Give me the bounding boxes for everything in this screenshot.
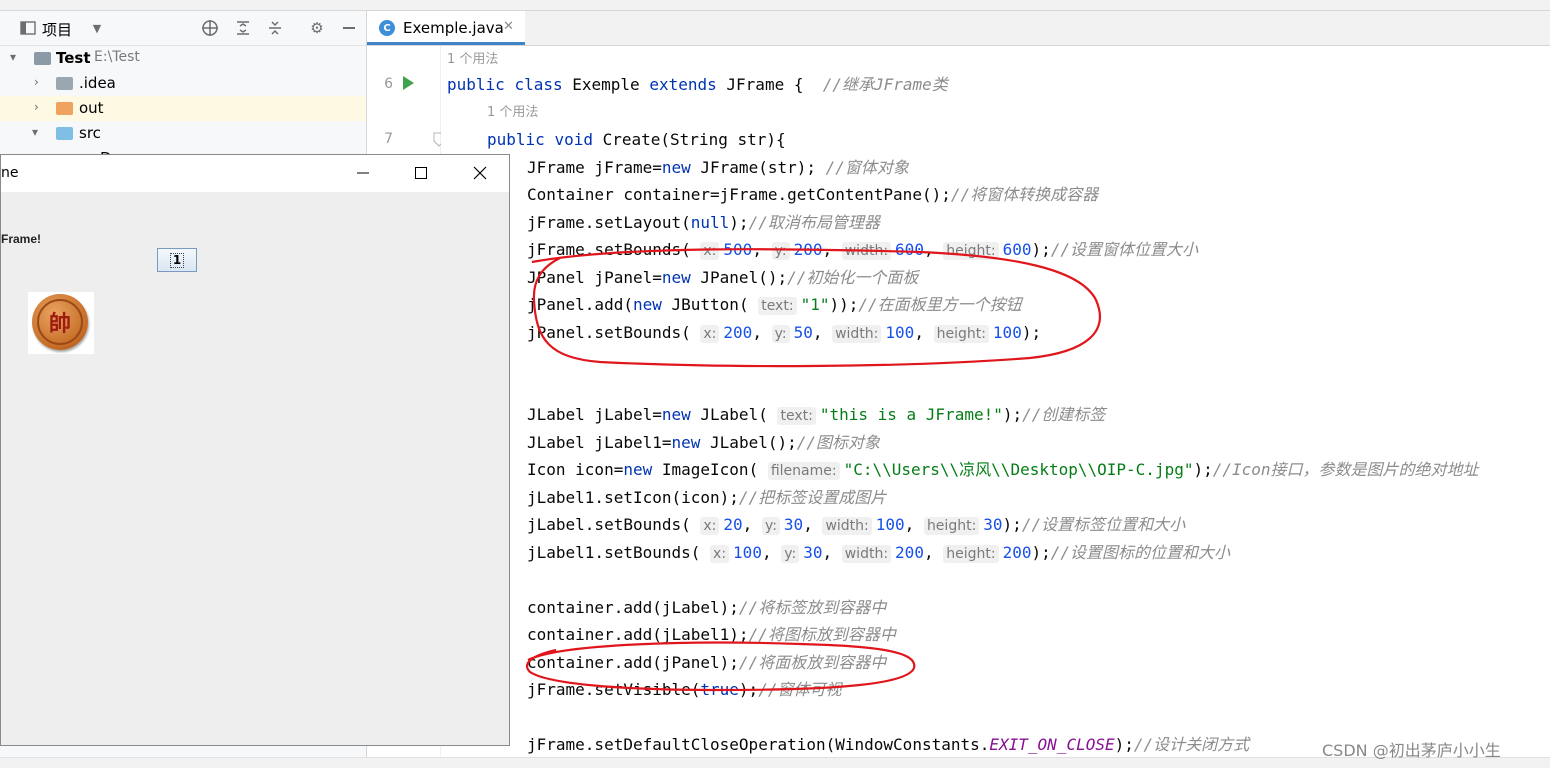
- tree-item-label: src: [79, 124, 101, 142]
- module-folder-icon: [34, 52, 51, 65]
- code-editor[interactable]: 1 个用法 public class Exemple extends JFram…: [441, 46, 1550, 767]
- jlabel-text: Frame!: [1, 232, 42, 246]
- tree-item-out[interactable]: › out: [0, 96, 366, 121]
- param-hint: x:: [700, 242, 720, 260]
- jbutton-1[interactable]: 1: [157, 248, 197, 272]
- param-hint: text:: [758, 297, 797, 315]
- expand-all-icon[interactable]: [233, 18, 253, 38]
- tree-item-label: Test: [56, 49, 91, 67]
- chess-piece-icon: 帥: [32, 294, 88, 350]
- param-hint: height:: [943, 242, 999, 260]
- java-class-icon: C: [379, 20, 395, 36]
- tree-item-path: E:\Test: [94, 49, 140, 65]
- tab-exemple-java[interactable]: C Exemple.java ✕: [367, 11, 525, 45]
- param-hint: height:: [933, 325, 989, 343]
- locate-icon[interactable]: [200, 18, 220, 38]
- param-hint: filename:: [767, 462, 840, 480]
- gear-icon[interactable]: ⚙: [307, 18, 327, 38]
- code-line: jPanel.setBounds( x: 200, y: 50, width: 100…: [527, 323, 1042, 343]
- swing-window[interactable]: ne Frame! 1 帥: [0, 154, 510, 746]
- param-hint: y:: [781, 545, 800, 563]
- tree-item-idea[interactable]: › .idea: [0, 71, 366, 96]
- watermark-text: CSDN @初出茅庐小小生: [1322, 741, 1501, 760]
- tree-item-label: .idea: [79, 74, 116, 92]
- code-line: Container container=jFrame.getContentPan…: [527, 185, 1099, 204]
- minimize-icon: [357, 172, 369, 174]
- tree-item-label: out: [79, 99, 104, 117]
- code-line: jLabel1.setIcon(icon);//把标签设置成图片: [527, 488, 887, 507]
- param-hint: width:: [822, 517, 872, 535]
- tree-item-test[interactable]: ▾ Test E:\Test: [0, 46, 366, 71]
- code-line: jFrame.setLayout(null);//取消布局管理器: [527, 213, 880, 232]
- code-line: public void Create(String str){: [487, 130, 786, 149]
- chess-piece-image: 帥: [28, 292, 94, 354]
- code-line: jFrame.setVisible(true);//窗体可视: [527, 680, 842, 699]
- param-hint: y:: [761, 517, 780, 535]
- close-button[interactable]: [465, 161, 495, 185]
- folder-icon: [56, 102, 73, 115]
- run-gutter-icon[interactable]: [403, 76, 414, 90]
- line-number: 7: [384, 131, 393, 147]
- chevron-right-icon[interactable]: ›: [34, 100, 39, 114]
- param-hint: height:: [943, 545, 999, 563]
- code-line: jLabel1.setBounds( x: 100, y: 30, width: 20…: [527, 543, 1231, 563]
- param-hint: width:: [832, 325, 882, 343]
- chevron-down-icon[interactable]: ▾: [10, 50, 16, 64]
- source-folder-icon: [56, 127, 73, 140]
- code-line: jLabel.setBounds( x: 20, y: 30, width: 100,…: [527, 515, 1186, 535]
- usage-hint[interactable]: 1 个用法: [447, 46, 498, 73]
- code-line: public class Exemple extends JFrame { //…: [447, 75, 948, 94]
- close-icon[interactable]: ✕: [503, 19, 514, 34]
- project-toolbar: 项目 ▼ ⚙: [0, 11, 366, 46]
- maximize-button[interactable]: [406, 161, 436, 185]
- horizontal-scrollbar[interactable]: [0, 757, 1550, 768]
- code-line: Icon icon=new ImageIcon( filename: "C:\\U…: [527, 460, 1479, 480]
- code-line: JPanel jPanel=new JPanel();//初始化一个面板: [527, 268, 919, 287]
- top-title-strip: [0, 0, 1550, 11]
- maximize-icon: [415, 167, 427, 179]
- minimize-button[interactable]: [348, 161, 378, 185]
- line-number: 6: [384, 76, 393, 92]
- editor-tab-bar: C Exemple.java ✕: [367, 11, 1550, 46]
- collapse-all-icon[interactable]: [265, 18, 285, 38]
- folder-icon: [56, 77, 73, 90]
- chevron-down-icon[interactable]: ▾: [32, 125, 38, 139]
- code-line: container.add(jPanel);//将面板放到容器中: [527, 653, 887, 672]
- param-hint: y:: [771, 325, 790, 343]
- code-line: JLabel jLabel=new JLabel( text: "this is …: [527, 405, 1106, 425]
- param-hint: width:: [841, 242, 892, 260]
- param-hint: x:: [710, 545, 730, 563]
- code-line: container.add(jLabel1);//将图标放到容器中: [527, 625, 896, 644]
- minimize-panel-icon[interactable]: [339, 18, 359, 38]
- code-line: JLabel jLabel1=new JLabel();//图标对象: [527, 433, 881, 452]
- chevron-right-icon[interactable]: ›: [34, 75, 39, 89]
- param-hint: x:: [700, 325, 720, 343]
- project-view-icon[interactable]: [18, 18, 38, 38]
- close-icon: [473, 166, 487, 180]
- param-hint: height:: [923, 517, 980, 535]
- tab-label: Exemple.java: [403, 19, 504, 37]
- param-hint: text:: [777, 407, 816, 425]
- tree-item-src[interactable]: ▾ src: [0, 121, 366, 146]
- code-line: container.add(jLabel);//将标签放到容器中: [527, 598, 887, 617]
- code-line: jFrame.setBounds( x: 500, y: 200, width: 60…: [527, 240, 1199, 260]
- swing-window-title: ne: [1, 165, 19, 181]
- code-line: JFrame jFrame=new JFrame(str); //窗体对象: [527, 158, 909, 177]
- param-hint: width:: [841, 545, 892, 563]
- project-panel-title[interactable]: 项目: [42, 19, 72, 40]
- usage-hint[interactable]: 1 个用法: [487, 99, 538, 126]
- swing-title-bar[interactable]: ne: [1, 155, 509, 192]
- chevron-down-icon[interactable]: ▼: [87, 18, 107, 38]
- code-line: jPanel.add(new JButton( text: "1"));//在面板…: [527, 295, 1022, 315]
- param-hint: y:: [771, 242, 790, 260]
- param-hint: x:: [700, 517, 720, 535]
- code-line: jFrame.setDefaultCloseOperation(WindowCo…: [527, 735, 1250, 754]
